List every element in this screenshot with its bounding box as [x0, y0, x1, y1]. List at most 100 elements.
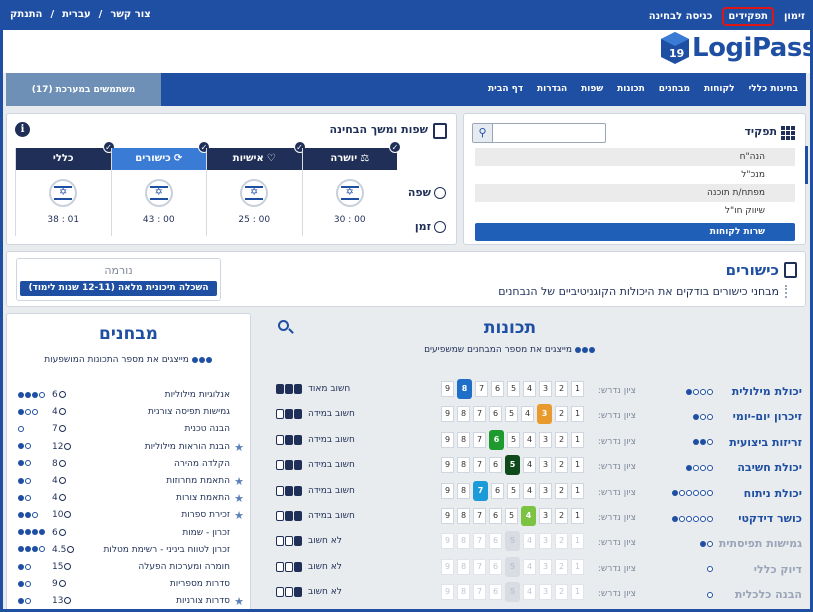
- category-tab[interactable]: ✓ ⚖יושרה: [302, 141, 401, 170]
- score-option[interactable]: 6: [489, 508, 502, 524]
- importance-selector[interactable]: חשוב מאוד: [276, 384, 350, 394]
- score-option[interactable]: 7: [475, 381, 488, 397]
- score-option[interactable]: 9: [441, 431, 454, 448]
- score-option[interactable]: 3: [539, 431, 552, 448]
- importance-selector[interactable]: לא חשוב: [276, 536, 342, 547]
- top-link-left-4[interactable]: התנתק: [10, 9, 42, 20]
- test-row[interactable]: אנלוגיות מילוליות 6: [12, 388, 244, 404]
- score-option[interactable]: 3: [537, 404, 552, 425]
- nav-item-3[interactable]: תכונות: [617, 84, 645, 94]
- score-option[interactable]: 8: [457, 379, 472, 399]
- score-option[interactable]: 7: [473, 533, 486, 550]
- score-option[interactable]: 1: [571, 558, 584, 575]
- category-tab[interactable]: ✓ כללי: [16, 141, 115, 170]
- score-option[interactable]: 9: [441, 558, 454, 575]
- score-option[interactable]: 3: [539, 584, 552, 601]
- score-option[interactable]: 1: [571, 508, 584, 524]
- score-option[interactable]: 2: [555, 381, 568, 397]
- norm-select[interactable]: השכלה תיכונית מלאה (12-11 שנות לימוד): [20, 281, 217, 296]
- nav-item-6[interactable]: דף הבית: [488, 84, 523, 94]
- score-option[interactable]: 1: [571, 431, 584, 448]
- score-option[interactable]: 2: [555, 584, 568, 601]
- score-option[interactable]: 5: [507, 431, 520, 448]
- score-option[interactable]: 6: [491, 482, 504, 499]
- score-option[interactable]: 1: [571, 457, 584, 474]
- search-icon[interactable]: ⚲: [473, 124, 493, 142]
- score-option[interactable]: 1: [571, 533, 584, 550]
- score-option[interactable]: 4: [523, 482, 536, 499]
- score-option[interactable]: 2: [555, 482, 568, 499]
- nav-item-1[interactable]: לקוחות: [704, 84, 735, 94]
- score-option[interactable]: 4: [521, 406, 534, 423]
- score-option[interactable]: 4: [523, 381, 536, 397]
- score-option[interactable]: 1: [571, 584, 584, 601]
- score-option[interactable]: 5: [505, 582, 520, 603]
- importance-selector[interactable]: לא חשוב: [276, 561, 342, 572]
- importance-selector[interactable]: חשוב במידה: [276, 434, 355, 445]
- importance-selector[interactable]: חשוב במידה: [276, 485, 355, 496]
- israel-flag-icon[interactable]: ✡: [144, 179, 173, 207]
- category-tab[interactable]: ✓ ♡אישיות: [207, 141, 306, 170]
- test-row[interactable]: ★ סדרות צורניות 13: [12, 594, 244, 610]
- test-row[interactable]: הבנה טכנית 7: [12, 422, 244, 438]
- role-search-input[interactable]: ⚲: [472, 123, 606, 143]
- score-option[interactable]: 7: [473, 457, 486, 474]
- score-option[interactable]: 7: [473, 584, 486, 601]
- score-option[interactable]: 7: [473, 508, 486, 524]
- importance-selector[interactable]: לא חשוב: [276, 587, 342, 598]
- israel-flag-icon[interactable]: ✡: [240, 179, 269, 207]
- importance-selector[interactable]: חשוב במידה: [276, 409, 355, 420]
- role-list-scrollbar[interactable]: [805, 146, 808, 184]
- test-row[interactable]: ★ זכירת ספרות 10: [12, 508, 244, 524]
- score-option[interactable]: 3: [539, 533, 552, 550]
- score-option[interactable]: 8: [457, 406, 470, 423]
- score-option[interactable]: 8: [457, 457, 470, 474]
- score-option[interactable]: 4: [523, 558, 536, 575]
- score-option[interactable]: 5: [505, 531, 520, 552]
- importance-selector[interactable]: חשוב במידה: [276, 460, 355, 471]
- score-option[interactable]: 1: [571, 406, 584, 423]
- test-row[interactable]: חומרה ומערכות הפעלה 15: [12, 560, 244, 576]
- role-item[interactable]: שרות לקוחות: [475, 223, 795, 241]
- score-option[interactable]: 8: [457, 584, 470, 601]
- info-icon[interactable]: i: [15, 122, 30, 137]
- score-option[interactable]: 3: [539, 482, 552, 499]
- score-option[interactable]: 5: [505, 455, 520, 476]
- nav-item-5[interactable]: הגדרות: [537, 84, 567, 94]
- score-option[interactable]: 9: [441, 482, 454, 499]
- test-row[interactable]: זכרון לטווח ביניני - רשימת מטלות 4.5: [12, 543, 244, 559]
- score-option[interactable]: 7: [473, 406, 486, 423]
- score-option[interactable]: 8: [457, 482, 470, 499]
- israel-flag-icon[interactable]: ✡: [335, 179, 364, 207]
- test-row[interactable]: ★ הבנת הוראות מילוליות 12: [12, 440, 244, 456]
- israel-flag-icon[interactable]: ✡: [49, 179, 78, 207]
- score-option[interactable]: 6: [489, 429, 504, 450]
- score-option[interactable]: 4: [523, 431, 536, 448]
- score-option[interactable]: 4: [523, 584, 536, 601]
- score-option[interactable]: 8: [457, 533, 470, 550]
- score-option[interactable]: 2: [555, 406, 568, 423]
- score-option[interactable]: 4: [521, 506, 536, 526]
- score-option[interactable]: 4: [523, 533, 536, 550]
- score-option[interactable]: 2: [555, 558, 568, 575]
- nav-item-4[interactable]: שפות: [581, 84, 603, 94]
- score-option[interactable]: 8: [457, 508, 470, 524]
- top-link-left-2[interactable]: עברית: [62, 9, 91, 20]
- top-link-2[interactable]: כניסה לבחינה: [649, 11, 713, 22]
- score-option[interactable]: 6: [489, 457, 502, 474]
- score-option[interactable]: 1: [571, 381, 584, 397]
- score-option[interactable]: 6: [489, 533, 502, 550]
- score-option[interactable]: 3: [539, 457, 552, 474]
- test-row[interactable]: זכרון - שמות 6: [12, 526, 244, 542]
- role-item[interactable]: מפתח/ת תוכנה: [475, 184, 795, 202]
- score-option[interactable]: 2: [555, 533, 568, 550]
- top-link-0[interactable]: זימון: [784, 11, 805, 22]
- users-count-tab[interactable]: משתמשים במערכת (17): [6, 73, 161, 106]
- score-option[interactable]: 9: [441, 584, 454, 601]
- score-option[interactable]: 7: [473, 431, 486, 448]
- score-option[interactable]: 1: [571, 482, 584, 499]
- category-tab[interactable]: ✓ ⟳כישורים: [111, 141, 210, 170]
- score-option[interactable]: 2: [555, 457, 568, 474]
- score-option[interactable]: 9: [441, 508, 454, 524]
- score-option[interactable]: 7: [473, 558, 486, 575]
